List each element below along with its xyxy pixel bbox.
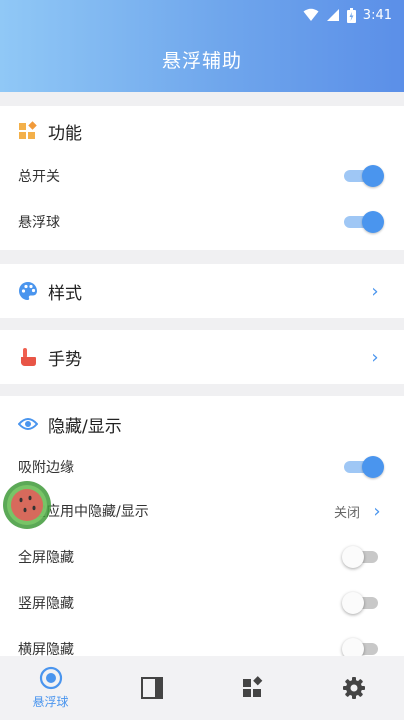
signal-icon xyxy=(326,9,339,21)
palette-icon xyxy=(18,281,38,301)
gesture-section[interactable]: 手势 › xyxy=(0,330,404,384)
snap-edge-label: 吸附边缘 xyxy=(18,460,74,476)
status-time: 3:41 xyxy=(362,7,392,23)
snap-edge-toggle[interactable] xyxy=(344,455,384,479)
battery-icon xyxy=(346,7,356,23)
chevron-right-icon: › xyxy=(373,500,381,522)
style-row[interactable]: 样式 › xyxy=(0,264,404,318)
portrait-hide-label: 竖屏隐藏 xyxy=(18,596,74,612)
master-switch-toggle[interactable] xyxy=(344,164,384,188)
page-title: 悬浮辅助 xyxy=(161,50,242,72)
bottom-nav: 悬浮球 xyxy=(0,656,404,720)
function-section: 功能 总开关 悬浮球 xyxy=(0,106,404,250)
floating-ball-toggle[interactable] xyxy=(344,210,384,234)
visibility-section: 隐藏/显示 吸附边缘 指定应用中隐藏/显示 关闭 › 全屏隐藏 竖屏隐藏 横屏隐… xyxy=(0,396,404,660)
eye-icon xyxy=(18,414,38,434)
master-switch-label: 总开关 xyxy=(18,169,60,185)
tab-floating-ball-label: 悬浮球 xyxy=(32,695,69,709)
floating-ball-label: 悬浮球 xyxy=(18,215,60,231)
app-specific-label: 指定应用中隐藏/显示 xyxy=(18,504,149,520)
fullscreen-hide-row: 全屏隐藏 xyxy=(0,534,404,580)
gesture-row[interactable]: 手势 › xyxy=(0,330,404,384)
app-bar: 3:41 悬浮辅助 xyxy=(0,0,404,92)
app-specific-value: 关闭 xyxy=(333,505,360,521)
hand-pointer-icon xyxy=(18,347,38,367)
app-specific-row[interactable]: 指定应用中隐藏/显示 关闭 › xyxy=(0,488,404,534)
wifi-icon xyxy=(303,8,319,21)
function-header: 功能 xyxy=(0,109,404,153)
style-section[interactable]: 样式 › xyxy=(0,264,404,318)
status-bar: 3:41 xyxy=(0,0,404,30)
tab-settings[interactable] xyxy=(303,656,404,720)
style-title: 样式 xyxy=(48,283,82,304)
visibility-title: 隐藏/显示 xyxy=(48,416,122,437)
visibility-header: 隐藏/显示 xyxy=(0,402,404,446)
chevron-right-icon: › xyxy=(371,346,379,368)
tab-apps[interactable] xyxy=(202,656,303,720)
gear-icon xyxy=(342,677,365,699)
floating-ball-row: 悬浮球 xyxy=(0,199,404,245)
function-icon xyxy=(18,121,38,141)
floating-ball[interactable] xyxy=(2,480,52,530)
snap-edge-row: 吸附边缘 xyxy=(0,446,404,488)
fullscreen-hide-label: 全屏隐藏 xyxy=(18,550,74,566)
grid-icon xyxy=(242,676,262,697)
portrait-hide-toggle[interactable] xyxy=(342,591,384,615)
tab-panel[interactable] xyxy=(101,656,202,720)
panel-icon xyxy=(140,677,163,699)
watermelon-icon xyxy=(3,481,51,529)
chevron-right-icon: › xyxy=(371,280,379,302)
master-switch-row: 总开关 xyxy=(0,153,404,199)
tab-floating-ball[interactable]: 悬浮球 xyxy=(0,656,101,720)
portrait-hide-row: 竖屏隐藏 xyxy=(0,580,404,626)
fullscreen-hide-toggle[interactable] xyxy=(342,545,384,569)
function-title: 功能 xyxy=(48,123,82,144)
target-icon xyxy=(39,666,62,690)
gesture-title: 手势 xyxy=(48,349,82,370)
